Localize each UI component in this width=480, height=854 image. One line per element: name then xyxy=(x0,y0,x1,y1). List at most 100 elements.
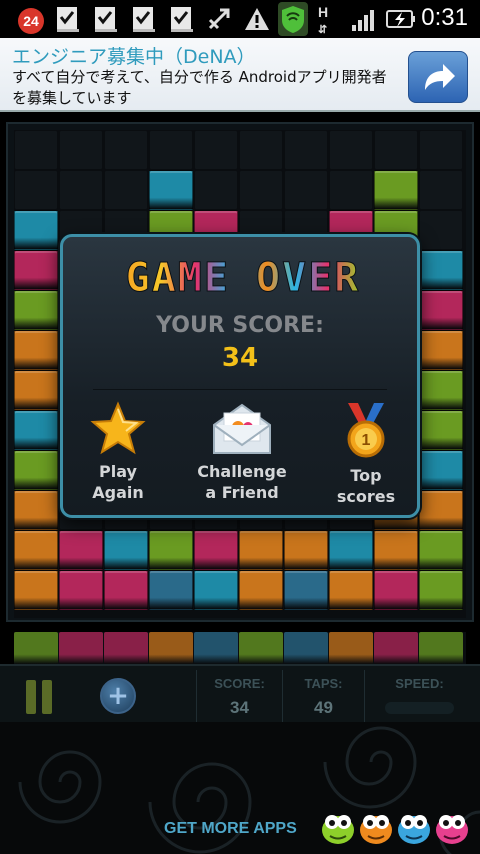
hud-speed: SPEED: xyxy=(364,670,474,722)
battery-charging-icon xyxy=(386,10,415,28)
board-tile[interactable] xyxy=(149,570,193,610)
board-tile[interactable] xyxy=(419,330,463,370)
board-tile[interactable] xyxy=(419,530,463,570)
preview-tile xyxy=(374,632,418,664)
data-arrows-icon: H ⇵ xyxy=(318,4,329,36)
board-tile[interactable] xyxy=(14,170,58,210)
board-tile[interactable] xyxy=(14,530,58,570)
board-tile[interactable] xyxy=(374,130,418,170)
board-tile[interactable] xyxy=(329,170,373,210)
hud-score: SCORE: 34 xyxy=(196,670,282,722)
signal-icon xyxy=(352,10,374,31)
board-tile[interactable] xyxy=(329,130,373,170)
board-tile[interactable] xyxy=(284,530,328,570)
status-bar: 24 H ⇵ 0:31 xyxy=(0,0,480,38)
board-tile[interactable] xyxy=(59,170,103,210)
ad-banner[interactable]: エンジニア募集中（DeNA） すべて自分で考えて、自分で作る Androidアプ… xyxy=(0,38,480,112)
preview-tile xyxy=(14,632,58,664)
your-score-value: 34 xyxy=(221,343,259,373)
your-score-label: YOUR SCORE: xyxy=(156,313,324,338)
board-tile[interactable] xyxy=(239,530,283,570)
board-tile[interactable] xyxy=(374,570,418,610)
hud-taps-label: TAPS: xyxy=(304,676,343,691)
board-tile[interactable] xyxy=(149,130,193,170)
preview-tile xyxy=(329,632,373,664)
board-tile[interactable] xyxy=(104,170,148,210)
status-clock: 0:31 xyxy=(421,4,468,31)
shield-icon xyxy=(278,2,308,36)
board-tile[interactable] xyxy=(14,490,58,530)
board-tile[interactable] xyxy=(59,130,103,170)
board-tile[interactable] xyxy=(14,450,58,490)
board-tile[interactable] xyxy=(284,130,328,170)
board-tile[interactable] xyxy=(59,530,103,570)
preview-tile xyxy=(284,632,328,664)
board-tile[interactable] xyxy=(194,130,238,170)
top-scores-button[interactable]: 1 Top scores xyxy=(311,401,421,511)
board-tile[interactable] xyxy=(59,570,103,610)
top-scores-label: Top scores xyxy=(336,466,396,506)
board-tile[interactable] xyxy=(419,410,463,450)
board-tile[interactable] xyxy=(14,410,58,450)
dialog-divider xyxy=(93,389,387,390)
svg-text:GAME OVER: GAME OVER xyxy=(126,255,361,299)
board-tile[interactable] xyxy=(239,170,283,210)
game-hud: + SCORE: 34 TAPS: 49 SPEED: xyxy=(0,664,480,722)
board-tile[interactable] xyxy=(14,210,58,250)
board-tile[interactable] xyxy=(14,130,58,170)
board-tile[interactable] xyxy=(419,370,463,410)
board-tile[interactable] xyxy=(14,370,58,410)
download-complete-icon[interactable] xyxy=(92,4,120,34)
download-complete-icon[interactable] xyxy=(130,4,158,34)
pause-icon[interactable] xyxy=(26,680,56,714)
board-tile[interactable] xyxy=(194,530,238,570)
board-tile[interactable] xyxy=(14,570,58,610)
board-tile[interactable] xyxy=(194,170,238,210)
board-tile[interactable] xyxy=(419,570,463,610)
pink-monster-icon[interactable] xyxy=(434,806,470,846)
challenge-friend-button[interactable]: Challenge a Friend xyxy=(187,401,297,511)
board-tile[interactable] xyxy=(419,130,463,170)
blue-monster-icon[interactable] xyxy=(396,806,432,846)
board-tile[interactable] xyxy=(14,330,58,370)
preview-tile xyxy=(59,632,103,664)
play-again-button[interactable]: Play Again xyxy=(63,401,173,511)
notification-count-badge[interactable]: 24 xyxy=(18,8,44,34)
board-tile[interactable] xyxy=(149,530,193,570)
board-tile[interactable] xyxy=(239,570,283,610)
board-tile[interactable] xyxy=(419,170,463,210)
download-complete-icon[interactable] xyxy=(54,4,82,34)
board-tile[interactable] xyxy=(194,570,238,610)
board-tile[interactable] xyxy=(104,570,148,610)
board-tile[interactable] xyxy=(104,130,148,170)
warning-icon xyxy=(245,8,269,30)
download-complete-icon[interactable] xyxy=(168,4,196,34)
board-tile[interactable] xyxy=(374,170,418,210)
board-tile[interactable] xyxy=(239,130,283,170)
board-tile[interactable] xyxy=(329,570,373,610)
preview-tile xyxy=(194,632,238,664)
add-icon[interactable]: + xyxy=(100,678,136,714)
usb-debug-icon xyxy=(208,8,230,30)
ad-title: エンジニア募集中（DeNA） xyxy=(12,46,256,68)
board-tile[interactable] xyxy=(284,170,328,210)
board-tile[interactable] xyxy=(14,290,58,330)
envelope-icon xyxy=(213,403,271,454)
board-tile[interactable] xyxy=(329,530,373,570)
star-icon xyxy=(90,401,146,455)
green-monster-icon[interactable] xyxy=(320,806,356,846)
board-tile[interactable] xyxy=(14,250,58,290)
board-tile[interactable] xyxy=(419,210,463,250)
board-tile[interactable] xyxy=(419,490,463,530)
ad-share-button[interactable] xyxy=(408,51,468,103)
board-tile[interactable] xyxy=(419,290,463,330)
board-tile[interactable] xyxy=(284,570,328,610)
orange-monster-icon[interactable] xyxy=(358,806,394,846)
board-tile[interactable] xyxy=(149,170,193,210)
preview-tile xyxy=(239,632,283,664)
board-tile[interactable] xyxy=(419,450,463,490)
get-more-apps-link[interactable]: GET MORE APPS xyxy=(164,820,297,838)
board-tile[interactable] xyxy=(104,530,148,570)
board-tile[interactable] xyxy=(374,530,418,570)
board-tile[interactable] xyxy=(419,250,463,290)
